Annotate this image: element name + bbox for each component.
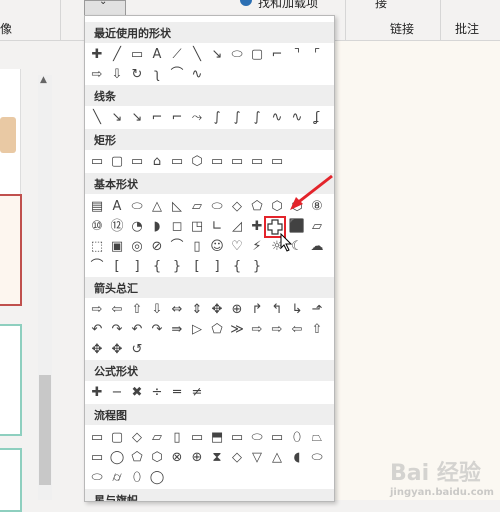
red-annotation-arrow-icon [290, 174, 333, 210]
mouse-cursor-icon [280, 233, 293, 252]
watermark: Bai 经验 jingyan.baidu.com [390, 461, 494, 498]
